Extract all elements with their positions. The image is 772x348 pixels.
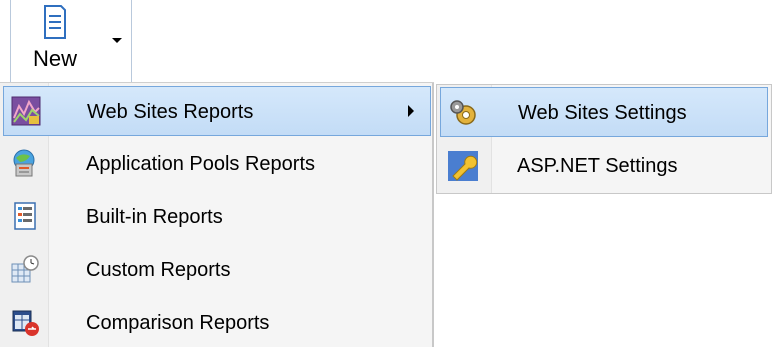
submenu-item-label: ASP.NET Settings bbox=[517, 155, 678, 177]
submenu-item-label: Web Sites Settings bbox=[518, 102, 687, 124]
menu-item-web-sites-reports[interactable]: Web Sites Reports bbox=[3, 86, 431, 136]
menu-item-application-pools-reports[interactable]: Application Pools Reports bbox=[0, 139, 432, 189]
menu-item-label: Web Sites Reports bbox=[87, 101, 254, 123]
report-list-icon bbox=[14, 202, 36, 230]
menu-item-label: Comparison Reports bbox=[86, 312, 270, 334]
submenu-arrow-icon bbox=[408, 105, 414, 117]
chart-icon bbox=[11, 96, 41, 126]
comparison-icon bbox=[12, 310, 39, 336]
submenu-item-web-sites-settings[interactable]: Web Sites Settings bbox=[440, 87, 768, 137]
menu-item-custom-reports[interactable]: Custom Reports bbox=[0, 245, 432, 295]
gears-icon bbox=[450, 100, 476, 125]
menu-item-comparison-reports[interactable]: Comparison Reports bbox=[0, 298, 432, 348]
submenu-item-asp-net-settings[interactable]: ASP.NET Settings bbox=[437, 141, 771, 191]
menu-item-label: Built-in Reports bbox=[86, 206, 223, 228]
new-dropdown-menu: Web Sites Reports Application Pools Repo… bbox=[0, 82, 434, 347]
menu-item-label: Custom Reports bbox=[86, 259, 231, 281]
wrench-icon bbox=[448, 151, 478, 181]
menu-item-built-in-reports[interactable]: Built-in Reports bbox=[0, 192, 432, 242]
web-sites-reports-submenu: Web Sites Settings ASP.NET Settings bbox=[436, 84, 772, 194]
menu-item-label: Application Pools Reports bbox=[86, 153, 316, 175]
new-button-label: New bbox=[33, 46, 78, 71]
globe-server-icon bbox=[13, 149, 35, 177]
document-icon bbox=[44, 5, 66, 39]
menu-border bbox=[432, 83, 434, 347]
custom-report-icon bbox=[11, 255, 39, 283]
dropdown-arrow-icon[interactable] bbox=[112, 38, 122, 43]
new-button[interactable]: New bbox=[10, 0, 132, 82]
